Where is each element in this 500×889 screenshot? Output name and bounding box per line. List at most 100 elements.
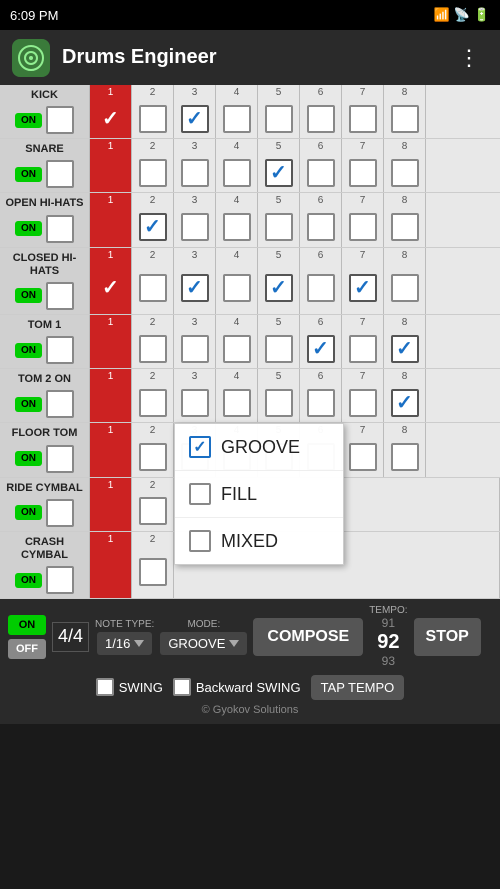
tom2-beat-5-check[interactable] [265,389,293,417]
tom2-toggle[interactable] [46,390,74,418]
clh-beat-7-check[interactable]: ✓ [349,274,377,302]
kick-toggle[interactable] [46,106,74,134]
mode-selector[interactable]: GROOVE [160,632,247,655]
kick-on-button[interactable]: ON [15,113,42,128]
tap-tempo-button[interactable]: TAP TEMPO [311,675,405,700]
snare-on-button[interactable]: ON [15,167,42,182]
tom1-beat-7-check[interactable] [349,335,377,363]
tom1-beat-6-check[interactable]: ✓ [307,335,335,363]
tom1-beat-3-check[interactable] [181,335,209,363]
clh-beat-6-check[interactable] [307,274,335,302]
clh-beat-8-check[interactable] [391,274,419,302]
crash-cymbal-toggle[interactable] [46,566,74,594]
backward-swing-option[interactable]: Backward SWING [173,678,301,696]
swing-option[interactable]: SWING [96,678,163,696]
open-hi-hats-toggle[interactable] [46,215,74,243]
mixed-checkbox[interactable] [189,530,211,552]
tom1-beat-5-check[interactable] [265,335,293,363]
tempo-current[interactable]: 92 [377,630,399,654]
oph-beat-3-check[interactable] [181,213,209,241]
ft-beat-1-check[interactable] [97,443,125,471]
open-hi-hats-on-button[interactable]: ON [15,221,42,236]
oph-beat-2-check[interactable]: ✓ [139,213,167,241]
dropdown-mixed-item[interactable]: MIXED [175,518,343,564]
dropdown-fill-item[interactable]: FILL [175,471,343,518]
oph-beat-8-check[interactable] [391,213,419,241]
cc-beat-1-check[interactable] [97,558,125,586]
kick-beat-3-check[interactable]: ✓ [181,105,209,133]
rc-beat-2-check[interactable] [139,497,167,525]
global-on-button[interactable]: ON [8,615,46,635]
tom2-beat-4-check[interactable] [223,389,251,417]
floor-tom-toggle[interactable] [46,445,74,473]
snare-beat-2-check[interactable] [139,159,167,187]
tom1-beat-8-check[interactable]: ✓ [391,335,419,363]
snare-toggle[interactable] [46,160,74,188]
snare-beat-1-check[interactable] [97,159,125,187]
tom2-beat-2-check[interactable] [139,389,167,417]
snare-beat-5-check[interactable]: ✓ [265,159,293,187]
ft-beat-2-check[interactable] [139,443,167,471]
clh-beat-3-check[interactable]: ✓ [181,274,209,302]
tom1-beat-1-check[interactable] [97,335,125,363]
kick-beat-8-check[interactable] [391,105,419,133]
tom2-on-button[interactable]: ON [15,397,42,412]
groove-checkbox[interactable]: ✓ [189,436,211,458]
ride-cymbal-toggle[interactable] [46,499,74,527]
dropdown-groove-item[interactable]: ✓ GROOVE [175,424,343,471]
oph-beat-6-check[interactable] [307,213,335,241]
clh-beat-5-check[interactable]: ✓ [265,274,293,302]
compose-button[interactable]: COMPOSE [253,618,363,656]
clh-beat-4-check[interactable] [223,274,251,302]
credit-text: © Gyokov Solutions [8,704,492,720]
ft-beat-8-check[interactable] [391,443,419,471]
tom2-beat-3-check[interactable] [181,389,209,417]
kick-beat-1-check[interactable]: ✓ [97,105,125,133]
closed-hi-hats-toggle[interactable] [46,282,74,310]
snare-beat-4-check[interactable] [223,159,251,187]
fill-checkbox[interactable] [189,483,211,505]
tom1-beat-2-check[interactable] [139,335,167,363]
rc-beat-1-check[interactable] [97,497,125,525]
snare-beat-6-check[interactable] [307,159,335,187]
oph-beat-5-check[interactable] [265,213,293,241]
note-type-selector[interactable]: 1/16 [97,632,152,655]
oph-beat-2: 2 ✓ [132,193,174,246]
kick-beat-5-check[interactable] [265,105,293,133]
tom1-toggle[interactable] [46,336,74,364]
clh-beat-5: 5 ✓ [258,248,300,314]
snare-beat-8-check[interactable] [391,159,419,187]
clh-beat-2-check[interactable] [139,274,167,302]
stop-button[interactable]: STOP [414,618,481,656]
more-menu-button[interactable]: ⋮ [450,41,488,75]
kick-beat-4-check[interactable] [223,105,251,133]
kick-beat-6-check[interactable] [307,105,335,133]
swing-checkbox[interactable] [96,678,114,696]
snare-beat-3-check[interactable] [181,159,209,187]
backward-swing-checkbox[interactable] [173,678,191,696]
ft-beat-7-check[interactable] [349,443,377,471]
oph-beat-1-check[interactable] [97,213,125,241]
closed-hi-hats-on-button[interactable]: ON [15,288,42,303]
fill-label: FILL [221,484,257,505]
tom1-on-button[interactable]: ON [15,343,42,358]
tom1-beat-4-check[interactable] [223,335,251,363]
tom2-beat-7-check[interactable] [349,389,377,417]
global-off-button[interactable]: OFF [8,639,46,659]
mode-dropdown[interactable]: ✓ GROOVE FILL MIXED [174,423,344,565]
kick-beat-2-check[interactable] [139,105,167,133]
oph-beat-7-check[interactable] [349,213,377,241]
tom2-beat-8-check[interactable]: ✓ [391,389,419,417]
rc-beat-1: 1 [90,478,132,531]
kick-beat-7-check[interactable] [349,105,377,133]
floor-tom-on-button[interactable]: ON [15,451,42,466]
ride-cymbal-on-button[interactable]: ON [15,505,42,520]
clh-beat-1-check[interactable]: ✓ [97,274,125,302]
tom2-beat-6-check[interactable] [307,389,335,417]
snare-beat-7-check[interactable] [349,159,377,187]
time-signature[interactable]: 4/4 [52,622,89,651]
tom2-beat-1-check[interactable] [97,389,125,417]
cc-beat-2-check[interactable] [139,558,167,586]
oph-beat-4-check[interactable] [223,213,251,241]
crash-cymbal-on-button[interactable]: ON [15,573,42,588]
